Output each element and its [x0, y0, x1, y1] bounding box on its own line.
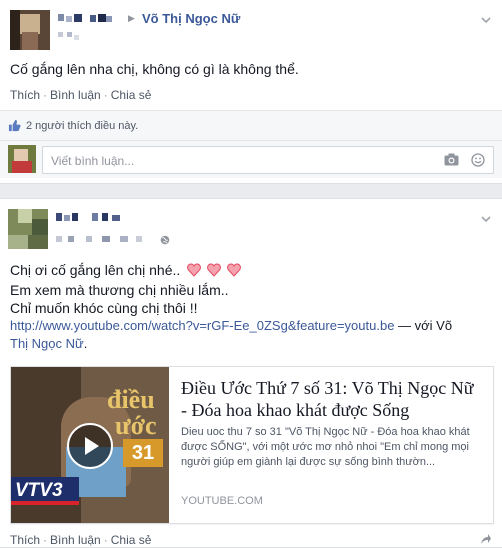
sender-name-pixelated[interactable] [56, 213, 126, 223]
period: . [83, 336, 88, 351]
action-bar: Thích · Bình luận · Chia sẻ [10, 88, 151, 102]
post-line: Chỉ muốn khóc cùng chị thôi !! [10, 300, 198, 316]
globe-icon[interactable] [160, 234, 170, 248]
tagged-friend-link[interactable]: Thị Ngọc Nữ [10, 336, 84, 351]
video-thumbnail[interactable]: điều ước 31 VTV3 [11, 367, 169, 523]
thumbs-up-icon [8, 119, 21, 135]
preview-description: Dieu uoc thu 7 so 31 "Võ Thị Ngọc Nữ - Đ… [181, 426, 470, 468]
separator-dot: · [43, 88, 48, 102]
thumb-number: 31 [123, 439, 163, 467]
chevron-down-icon[interactable] [480, 213, 492, 225]
comment-button[interactable]: Bình luận [50, 533, 101, 547]
comment-button[interactable]: Bình luận [50, 88, 101, 102]
separator-dot: · [103, 88, 108, 102]
share-icon[interactable] [480, 533, 492, 548]
youtube-url-link[interactable]: http://www.youtube.com/watch?v=rGF-Ee_0Z… [10, 318, 394, 333]
play-icon[interactable] [67, 423, 113, 469]
comment-input[interactable]: Viết bình luận... [42, 146, 494, 174]
sender-name-pixelated[interactable] [58, 14, 112, 24]
like-button[interactable]: Thích [10, 88, 40, 102]
post-text: Cố gắng lên nha chị, không có gì là khôn… [10, 61, 299, 77]
like-button[interactable]: Thích [10, 533, 40, 547]
post-card-1: ▶ Võ Thị Ngọc Nữ Cố gắng lên nha chị, kh… [0, 0, 502, 184]
avatar[interactable] [10, 10, 50, 50]
post-link-line: Thị Ngọc Nữ. [10, 335, 494, 353]
post-line: Em xem mà thương chị nhiều lắm.. [10, 282, 229, 298]
separator-dot: · [43, 533, 48, 547]
commenter-avatar[interactable] [8, 145, 36, 173]
thumb-title-mid: ước [115, 411, 157, 440]
share-button[interactable]: Chia sẻ [111, 88, 152, 102]
post-line-text: Chị ơi cố gắng lên chị nhé.. [10, 262, 181, 278]
timestamp-pixelated[interactable] [56, 236, 166, 246]
arrow-icon: ▶ [128, 13, 135, 23]
preview-title[interactable]: Điều Ước Thứ 7 số 31: Võ Thị Ngọc Nữ - Đ… [181, 377, 481, 421]
share-button[interactable]: Chia sẻ [111, 533, 152, 547]
avatar[interactable] [8, 209, 48, 249]
with-prefix: — với Võ [394, 318, 453, 333]
likes-bar: 2 người thích điều này. [0, 110, 502, 140]
post-text: Chị ơi cố gắng lên chị nhé.. Em xem mà t… [10, 261, 494, 353]
action-bar: Thích · Bình luận · Chia sẻ [10, 533, 151, 547]
camera-icon[interactable] [444, 153, 459, 169]
post-card-2: Chị ơi cố gắng lên chị nhé.. Em xem mà t… [0, 198, 502, 548]
post-link-line: http://www.youtube.com/watch?v=rGF-Ee_0Z… [10, 317, 494, 335]
vtv3-logo-text: VTV3 [15, 480, 63, 501]
heart-icon [187, 263, 242, 281]
recipient-name[interactable]: Võ Thị Ngọc Nữ [142, 11, 240, 26]
comment-placeholder: Viết bình luận... [51, 154, 135, 168]
smiley-icon[interactable] [471, 153, 485, 170]
link-preview-card[interactable]: điều ước 31 VTV3 Điều Ước Thứ 7 số 31: V… [10, 366, 494, 524]
vtv3-logo: VTV3 [11, 477, 79, 505]
chevron-down-icon[interactable] [480, 14, 492, 26]
preview-domain: YOUTUBE.COM [181, 495, 263, 507]
likes-text[interactable]: 2 người thích điều này. [26, 120, 138, 132]
timestamp-pixelated[interactable] [58, 32, 98, 42]
separator-dot: · [103, 533, 108, 547]
comment-bar: Viết bình luận... [0, 140, 502, 178]
post-line: Chị ơi cố gắng lên chị nhé.. [10, 261, 494, 281]
